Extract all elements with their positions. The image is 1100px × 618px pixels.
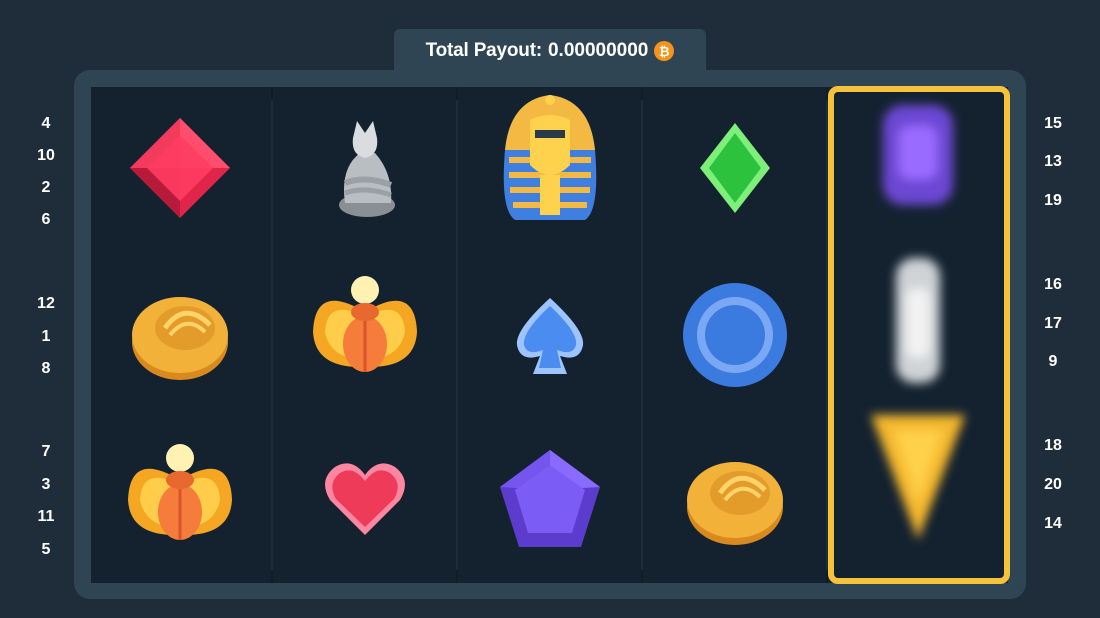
line-number: 5 bbox=[41, 541, 51, 558]
red-gem-icon bbox=[130, 118, 230, 218]
reel-divider bbox=[456, 100, 458, 570]
total-payout-display: Total Payout: 0.00000000 ₿ bbox=[394, 29, 706, 73]
purple-gem-icon bbox=[500, 450, 600, 547]
symbol-cat-statue bbox=[305, 108, 425, 228]
gold-coin-icon bbox=[687, 462, 783, 545]
reel-divider bbox=[271, 100, 273, 570]
line-number: 16 bbox=[1044, 276, 1062, 293]
line-number: 10 bbox=[37, 147, 55, 164]
symbol-scarab bbox=[305, 272, 425, 392]
cat-statue-icon bbox=[339, 121, 395, 217]
line-number: 6 bbox=[41, 211, 51, 228]
scarab-icon bbox=[128, 444, 232, 540]
symbol-gold-coin bbox=[675, 440, 795, 560]
line-number: 20 bbox=[1044, 476, 1062, 493]
line-number: 18 bbox=[1044, 437, 1062, 454]
line-number: 2 bbox=[41, 179, 51, 196]
line-number: 7 bbox=[41, 443, 51, 460]
symbol-blue-coin bbox=[675, 275, 795, 395]
heart-icon bbox=[325, 463, 405, 535]
line-number: 17 bbox=[1044, 315, 1062, 332]
pharaoh-mask-icon bbox=[503, 95, 597, 220]
total-payout-amount: 0.00000000 bbox=[547, 40, 649, 61]
line-number: 11 bbox=[37, 508, 55, 525]
line-number: 3 bbox=[41, 476, 51, 493]
symbol-pink-heart bbox=[305, 440, 425, 560]
line-number: 4 bbox=[41, 115, 51, 132]
symbol-scarab bbox=[120, 440, 240, 560]
line-number: 1 bbox=[41, 328, 51, 345]
symbol-purple-gem bbox=[490, 440, 610, 560]
line-number: 15 bbox=[1044, 115, 1062, 132]
line-number: 13 bbox=[1044, 153, 1062, 170]
symbol-gold-coin bbox=[120, 275, 240, 395]
blue-coin-icon bbox=[683, 283, 787, 387]
total-payout-label: Total Payout: bbox=[425, 40, 543, 61]
active-reel-highlight bbox=[828, 86, 1010, 584]
line-number: 19 bbox=[1044, 192, 1062, 209]
spade-icon bbox=[516, 298, 584, 374]
line-number: 12 bbox=[37, 295, 55, 312]
symbol-green-diamond bbox=[675, 108, 795, 228]
symbol-blue-spade bbox=[490, 275, 610, 395]
bitcoin-icon: ₿ bbox=[654, 41, 675, 61]
green-diamond-icon bbox=[700, 123, 770, 213]
symbol-pharaoh-mask bbox=[490, 95, 610, 220]
line-number: 9 bbox=[1048, 353, 1058, 370]
reel-divider bbox=[641, 100, 643, 570]
gold-coin-icon bbox=[132, 297, 228, 380]
scarab-icon bbox=[313, 276, 417, 372]
symbol-red-gem bbox=[120, 108, 240, 228]
line-number: 8 bbox=[41, 360, 51, 377]
line-number: 14 bbox=[1044, 515, 1062, 532]
